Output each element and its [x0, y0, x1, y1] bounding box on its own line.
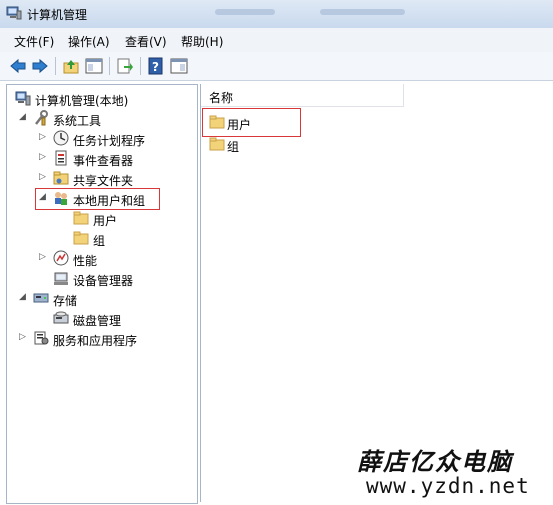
tree-item-system-tools[interactable]: ◢ 系统工具 [13, 110, 193, 128]
toolbar-separator [140, 57, 141, 75]
tree-item-device-manager[interactable]: 设备管理器 [13, 270, 193, 288]
folder-icon [73, 230, 89, 246]
tree-item-performance[interactable]: ▷ 性能 [13, 250, 193, 268]
tree-item-event-viewer[interactable]: ▷ 事件查看器 [13, 150, 193, 168]
list-item-groups[interactable]: 组 [209, 136, 289, 154]
window-title: 计算机管理 [27, 8, 88, 22]
blurred-area [320, 9, 405, 15]
watermark-text: 薛店亿众电脑 [357, 447, 513, 476]
tree-label: 系统工具 [53, 114, 102, 128]
services-icon [33, 330, 49, 346]
tree-label: 磁盘管理 [73, 314, 122, 328]
tree-label: 服务和应用程序 [53, 334, 138, 348]
tree-label: 事件查看器 [73, 154, 134, 168]
up-folder-icon[interactable] [62, 57, 80, 75]
tree-label: 性能 [73, 254, 98, 268]
collapsed-arrow-icon[interactable]: ▷ [39, 152, 49, 162]
list-item-label: 组 [227, 140, 240, 154]
folder-icon [73, 210, 89, 226]
collapsed-arrow-icon[interactable]: ▷ [19, 332, 29, 342]
collapsed-arrow-icon[interactable]: ▷ [39, 172, 49, 182]
toolbar-separator [55, 57, 56, 75]
highlight-box [35, 188, 160, 210]
shared-folder-icon [53, 170, 69, 186]
blurred-area [215, 9, 275, 15]
tree-item-task-scheduler[interactable]: ▷ 任务计划程序 [13, 130, 193, 148]
watermark-url: www.yzdn.net [366, 474, 530, 498]
toolbar: ? [0, 52, 553, 81]
menu-view[interactable]: 查看(V) [125, 33, 167, 50]
details-list[interactable]: 名称 用户 组 [200, 84, 553, 502]
disk-management-icon [53, 310, 69, 326]
forward-arrow-icon[interactable] [31, 57, 49, 75]
highlight-box [202, 108, 301, 137]
tree-label: 存储 [53, 294, 78, 308]
tree-label: 计算机管理(本地) [35, 94, 129, 108]
column-header-name[interactable]: 名称 [201, 84, 404, 107]
svg-text:?: ? [152, 60, 159, 74]
collapsed-arrow-icon[interactable]: ▷ [39, 252, 49, 262]
menu-bar: 文件(F) 操作(A) 查看(V) 帮助(H) [0, 28, 553, 52]
show-hide-console-tree-icon[interactable] [85, 57, 103, 75]
export-list-icon[interactable] [116, 57, 134, 75]
tree-label: 组 [93, 234, 106, 248]
menu-action[interactable]: 操作(A) [68, 33, 110, 50]
tree-label: 共享文件夹 [73, 174, 134, 188]
computer-management-icon [15, 90, 31, 106]
menu-help[interactable]: 帮助(H) [181, 33, 223, 50]
tree-item-users[interactable]: 用户 [13, 210, 193, 228]
tree-item-computer-management[interactable]: 计算机管理(本地) [13, 90, 193, 108]
tools-icon [33, 110, 49, 126]
expanded-arrow-icon[interactable]: ◢ [19, 292, 29, 302]
device-manager-icon [53, 270, 69, 286]
toolbar-separator [109, 57, 110, 75]
tree-item-disk-management[interactable]: 磁盘管理 [13, 310, 193, 328]
tree-item-groups[interactable]: 组 [13, 230, 193, 248]
computer-management-icon [6, 6, 22, 20]
back-arrow-icon[interactable] [9, 57, 27, 75]
help-icon[interactable]: ? [147, 57, 165, 75]
tree-label: 任务计划程序 [73, 134, 146, 148]
menu-file[interactable]: 文件(F) [14, 33, 54, 50]
clock-icon [53, 130, 69, 146]
console-tree[interactable]: 计算机管理(本地) ◢ 系统工具 ▷ 任务计划程序 ▷ 事件查看器 ▷ 共享文件… [6, 84, 198, 504]
title-bar: 计算机管理 [0, 0, 553, 28]
expanded-arrow-icon[interactable]: ◢ [19, 112, 29, 122]
collapsed-arrow-icon[interactable]: ▷ [39, 132, 49, 142]
event-viewer-icon [53, 150, 69, 166]
performance-icon [53, 250, 69, 266]
storage-icon [33, 290, 49, 306]
column-header-label: 名称 [209, 91, 234, 105]
tree-item-storage[interactable]: ◢ 存储 [13, 290, 193, 308]
tree-label: 设备管理器 [73, 274, 134, 288]
tree-item-services-apps[interactable]: ▷ 服务和应用程序 [13, 330, 193, 348]
tree-label: 用户 [93, 214, 118, 228]
tree-item-shared-folders[interactable]: ▷ 共享文件夹 [13, 170, 193, 188]
show-hide-action-pane-icon[interactable] [170, 57, 188, 75]
folder-icon [209, 137, 225, 151]
